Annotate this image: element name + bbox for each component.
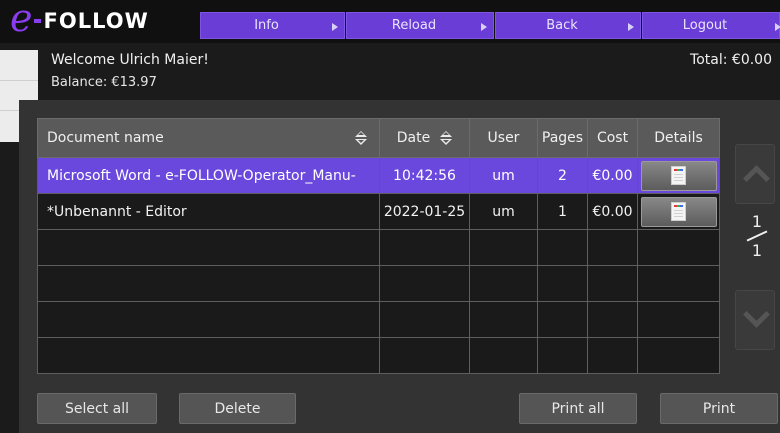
print-release-screen: e FOLLOW Info Reload Back Logout Welcome… [0,0,780,433]
column-header-pages: Pages [537,118,588,158]
details-button[interactable] [640,160,717,191]
logout-button-label: Logout [682,18,728,33]
logo-letter: e [10,0,33,40]
logo-dash [33,19,41,23]
background-divider [0,80,38,81]
pages-cell: 2 [537,157,588,194]
scroll-up-button[interactable] [735,144,775,204]
chevron-down-icon [743,301,770,328]
pages-cell: 1 [537,193,588,230]
total-pages: 1 [751,241,763,260]
reload-button[interactable]: Reload [346,12,494,39]
arrow-right-icon [628,23,634,31]
top-bar: e FOLLOW Info Reload Back Logout [0,0,780,43]
document-icon [670,201,686,221]
user-cell: um [469,157,538,194]
column-header-cost: Cost [587,118,638,158]
logout-button[interactable]: Logout [642,12,780,39]
column-header-document-name[interactable]: Document name [37,118,380,158]
balance-text: Balance: €13.97 [51,75,157,90]
delete-button[interactable]: Delete [179,393,296,424]
back-button-label: Back [546,18,578,33]
total-text: Total: €0.00 [690,52,772,68]
welcome-message: Welcome Ulrich Maier! [51,52,209,68]
document-table: Document name Date User Pages Cost Detai… [37,118,720,374]
back-button[interactable]: Back [495,12,641,39]
column-header-label: Document name [47,130,164,146]
print-button[interactable]: Print [660,393,778,424]
logo-text: FOLLOW [43,9,149,33]
document-name-cell: *Unbenannt - Editor [37,193,380,230]
date-cell: 2022-01-25 [379,193,470,230]
column-header-details: Details [637,118,720,158]
current-page: 1 [751,212,763,231]
info-button-label: Info [254,18,279,33]
cost-cell: €0.00 [587,193,638,230]
empty-row [37,301,720,338]
table-header-row: Document name Date User Pages Cost Detai… [37,118,720,158]
table-row[interactable]: *Unbenannt - Editor 2022-01-25 um 1 €0.0… [37,193,720,230]
select-all-button[interactable]: Select all [37,393,157,424]
cost-cell: €0.00 [587,157,638,194]
column-header-date[interactable]: Date [379,118,470,158]
arrow-right-icon [481,23,487,31]
page-indicator: 1 1 [742,212,772,260]
e-follow-logo: e FOLLOW [10,0,149,40]
sort-icon[interactable] [440,131,453,145]
page-divider [746,230,768,242]
scroll-down-button[interactable] [735,290,775,350]
print-all-button[interactable]: Print all [519,393,637,424]
document-name-cell: Microsoft Word - e-FOLLOW-Operator_Manu- [37,157,380,194]
empty-row [37,229,720,266]
reload-button-label: Reload [391,18,437,33]
arrow-right-icon [775,23,780,31]
empty-row [37,337,720,374]
document-icon [670,165,686,185]
sort-icon[interactable] [355,131,367,145]
info-button[interactable]: Info [200,12,345,39]
column-header-label: Date [396,130,431,146]
column-header-user: User [469,118,538,158]
details-button[interactable] [640,196,717,227]
empty-row [37,265,720,302]
date-cell: 10:42:56 [379,157,470,194]
details-cell [637,193,720,230]
chevron-up-icon [743,165,770,192]
arrow-right-icon [332,23,338,31]
details-cell [637,157,720,194]
table-row[interactable]: Microsoft Word - e-FOLLOW-Operator_Manu-… [37,157,720,194]
user-cell: um [469,193,538,230]
